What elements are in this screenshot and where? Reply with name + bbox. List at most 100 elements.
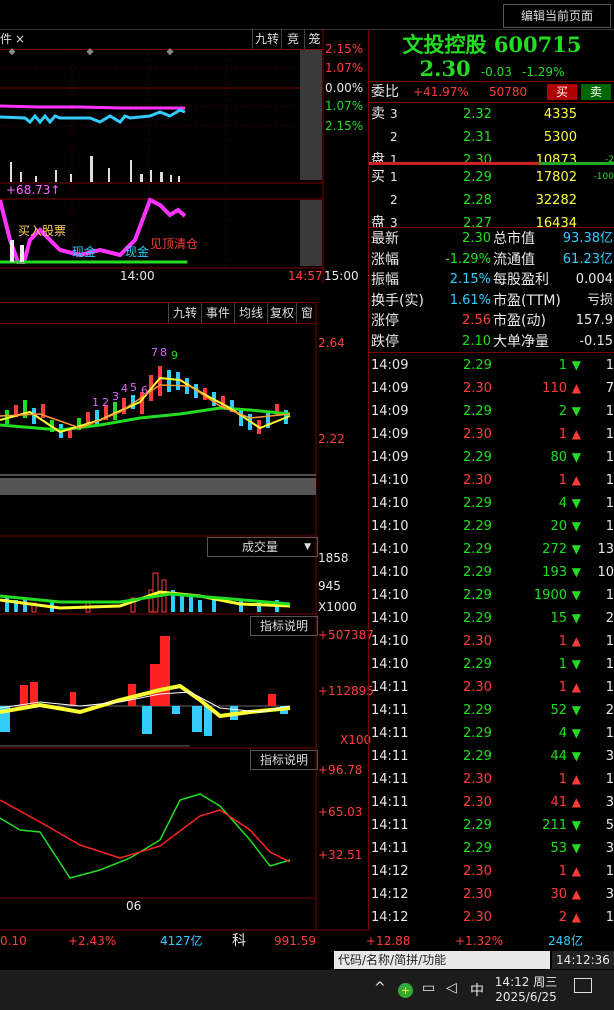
tick-count: 1	[605, 864, 614, 879]
tick-count: 1	[605, 427, 614, 442]
indicator-help-button-1[interactable]: 指标说明	[250, 616, 318, 636]
ind2-label-3: +32.51	[318, 848, 363, 862]
stat-label-2: 大单净量	[493, 333, 549, 350]
asks-side: 卖	[371, 106, 385, 122]
idx1-amount: 4127亿	[160, 934, 203, 948]
indicator-help-button-2[interactable]: 指标说明	[250, 750, 318, 770]
ind2-label-1: +96.78	[318, 763, 363, 777]
idx2-name: 科	[232, 933, 246, 949]
tick-volume: 80	[550, 450, 567, 465]
tick-volume: 15	[550, 611, 567, 626]
idx2-value: 991.59	[274, 934, 316, 948]
quote-panel: 文投控股 600715 2.30 -0.03 -1.29% 委比 +41.97%…	[368, 29, 614, 930]
tick-price: 2.30	[463, 772, 492, 787]
ind1-label-1: +507387	[318, 628, 374, 642]
search-input[interactable]: 代码/名称/简拼/功能	[334, 951, 550, 969]
asks-volume: 4335	[543, 107, 577, 122]
bids-change: -100	[593, 172, 614, 182]
tick-volume: 211	[542, 818, 567, 833]
weibi-value: +41.97%	[413, 85, 469, 99]
bids-price: 2.28	[463, 193, 492, 208]
tick-row: 14:12 2.30 30 ▲ 3	[369, 883, 614, 906]
arrow-down-icon: ▼	[571, 565, 581, 579]
tick-row: 14:11 2.30 1 ▲ 1	[369, 768, 614, 791]
tick-time: 14:11	[371, 749, 409, 764]
stat-value: 2.15%	[449, 272, 491, 287]
tick-price: 2.29	[463, 542, 492, 557]
stat-value-2: 61.23亿	[562, 251, 613, 267]
app-tray-icon[interactable]: +	[398, 983, 413, 998]
notification-icon[interactable]	[574, 978, 592, 993]
taskbar-date[interactable]: 2025/6/25	[494, 990, 558, 1004]
bid-book: 买 1 2.29 17802 -100 2 2.28 32282 盘 3 2.27 16434	[369, 166, 614, 235]
tick-price: 2.29	[463, 749, 492, 764]
stat-value-2: 157.9	[575, 313, 613, 328]
tick-volume: 4	[558, 726, 567, 741]
stat-label-2: 市盈(TTM)	[493, 292, 561, 309]
tick-count: 10	[597, 565, 614, 580]
stat-value-2: 0.004	[575, 272, 613, 287]
bids-volume: 32282	[535, 193, 577, 208]
stat-label-2: 市盈(动)	[493, 313, 546, 329]
idx1-pct: +2.43%	[68, 934, 117, 948]
tick-price: 2.29	[463, 358, 492, 373]
ticks-divider	[369, 352, 614, 353]
tick-row: 14:10 2.29 1900 ▼ 1	[369, 584, 614, 607]
tick-volume: 1900	[533, 588, 567, 603]
nine-digit-9: 9	[171, 349, 178, 362]
tick-row: 14:09 2.30 1 ▲ 1	[369, 423, 614, 446]
nine-digit-1: 1	[92, 396, 99, 409]
tick-count: 1	[605, 726, 614, 741]
tick-price: 2.29	[463, 726, 492, 741]
tick-price: 2.29	[463, 588, 492, 603]
tick-count: 1	[605, 680, 614, 695]
bids-row: 买 1 2.29 17802 -100	[369, 166, 614, 189]
arrow-down-icon: ▼	[571, 542, 581, 556]
arrow-up-icon: ▲	[571, 887, 581, 901]
idx2-amount: 248亿	[548, 934, 583, 948]
tick-time: 14:09	[371, 358, 409, 373]
sell-button[interactable]: 卖	[581, 84, 611, 100]
tick-price: 2.29	[463, 611, 492, 626]
tick-count: 1	[605, 657, 614, 672]
tick-count: 1	[605, 358, 614, 373]
month-label: 06	[126, 899, 142, 913]
tick-time: 14:12	[371, 910, 409, 925]
stat-value: 2.56	[462, 313, 491, 328]
tick-row: 14:11 2.29 53 ▼ 3	[369, 837, 614, 860]
stock-title: 文投控股 600715	[369, 29, 614, 59]
stat-row: 涨停 2.56 市盈(动) 157.9	[369, 311, 614, 331]
tick-price: 2.29	[463, 703, 492, 718]
tick-time: 14:09	[371, 450, 409, 465]
stat-row: 涨幅 -1.29% 流通值 61.23亿	[369, 250, 614, 270]
nine-digit-5: 5	[130, 381, 137, 394]
weibi-row: 委比 +41.97% 50780 买 卖	[369, 81, 614, 103]
taskbar-time[interactable]: 14:12 周三	[494, 973, 558, 990]
arrow-up-icon: ▲	[571, 795, 581, 809]
status-clock: 14:12:36	[552, 951, 614, 969]
speaker-icon[interactable]: ◁	[446, 980, 457, 996]
volume-selector[interactable]: 成交量 ▼	[207, 537, 318, 557]
chevron-up-icon[interactable]: ^	[374, 980, 386, 996]
weibi-label: 委比	[371, 84, 399, 100]
buy-button[interactable]: 买	[547, 84, 577, 100]
arrow-down-icon: ▼	[571, 358, 581, 372]
tick-row: 14:10 2.29 272 ▼ 13	[369, 538, 614, 561]
stat-label-2: 总市值	[493, 231, 535, 247]
stat-value-2: -0.15	[579, 333, 613, 349]
tick-volume: 1	[558, 473, 567, 488]
tick-count: 3	[605, 841, 614, 856]
tick-time: 14:10	[371, 588, 409, 603]
bids-level: 1	[390, 170, 398, 184]
stat-label-2: 流通值	[493, 251, 535, 268]
edit-page-button[interactable]: 编辑当前页面	[503, 4, 611, 28]
bids-side: 买	[371, 169, 385, 185]
nine-digit-4: 4	[121, 382, 128, 395]
stat-label: 最新	[371, 231, 399, 247]
network-icon[interactable]: ▭	[422, 980, 435, 996]
ind1-label-3: X100	[340, 733, 372, 747]
stat-row: 最新 2.30 总市值 93.38亿	[369, 229, 614, 249]
price-change: -0.03	[480, 65, 512, 79]
tick-count: 5	[605, 818, 614, 833]
ime-indicator[interactable]: 中	[470, 980, 484, 1000]
